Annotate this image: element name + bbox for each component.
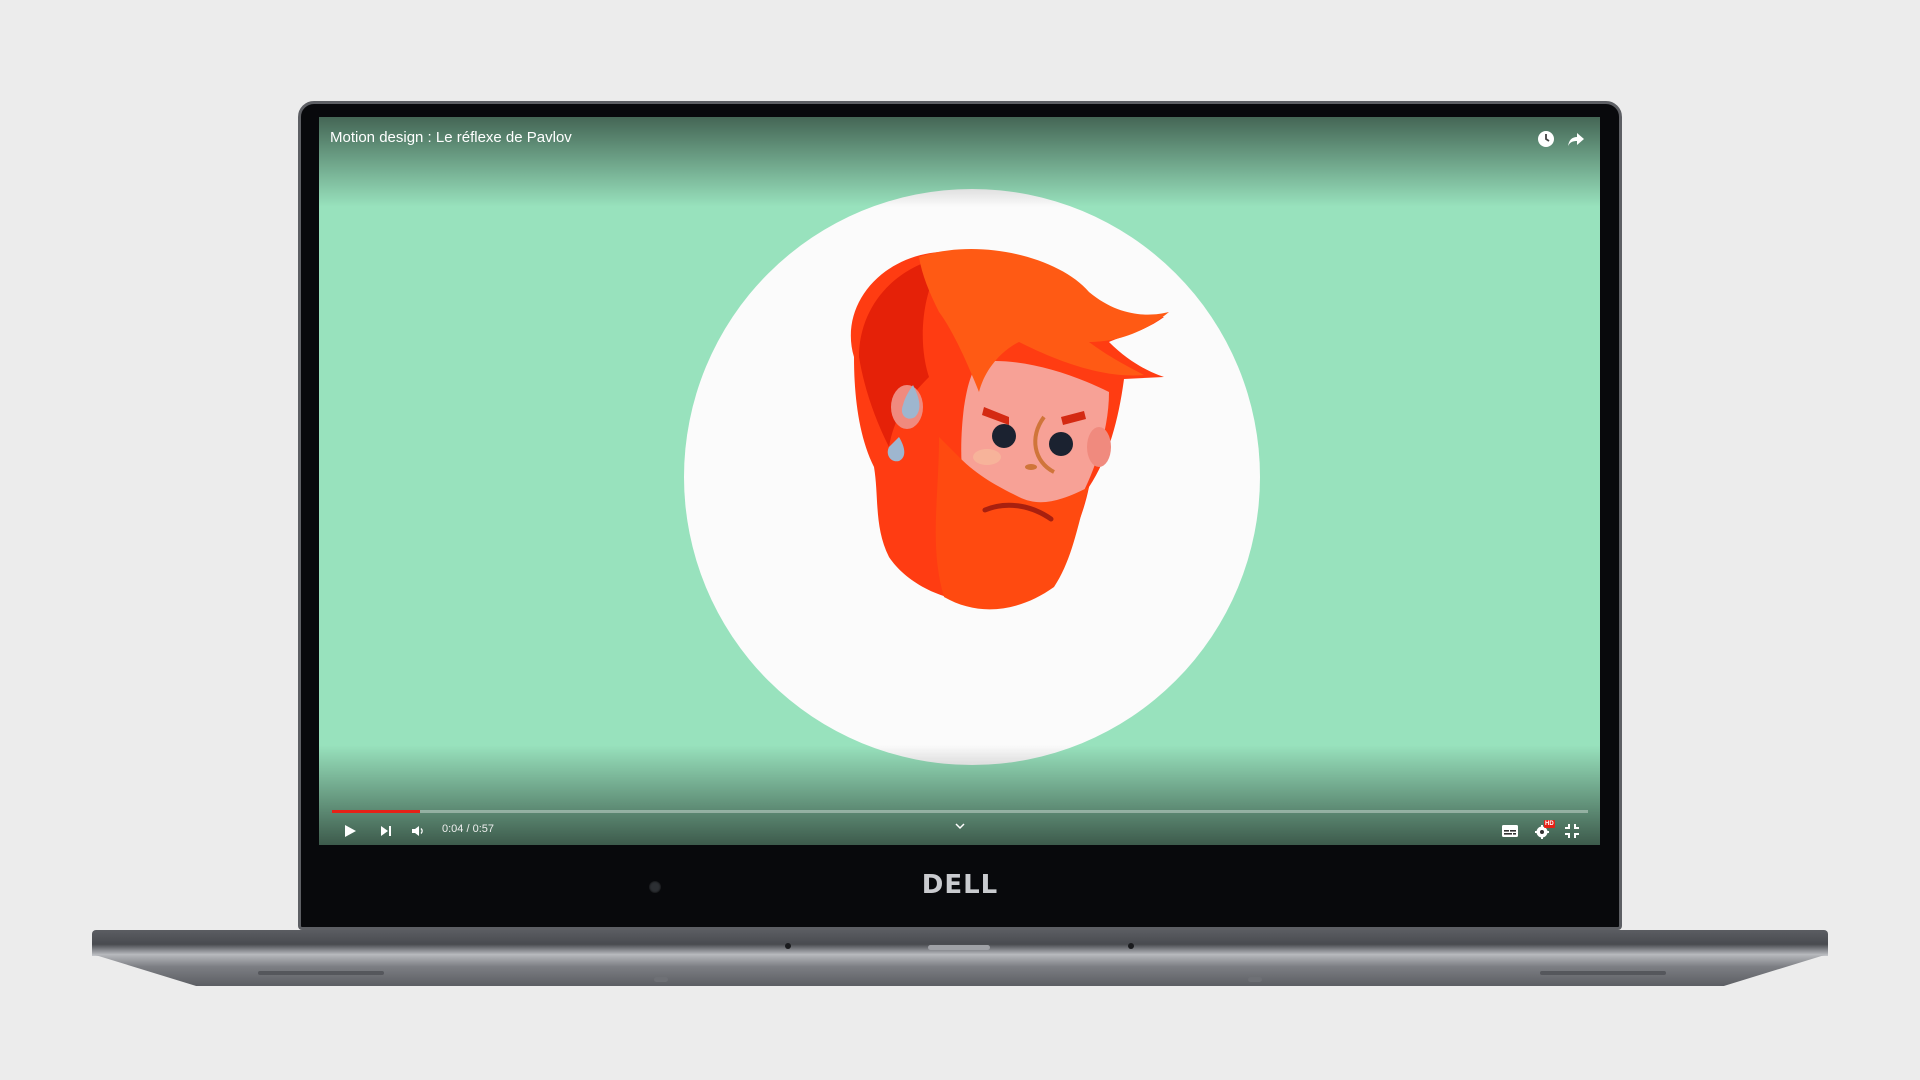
hd-badge: HD bbox=[1544, 820, 1555, 828]
lid-notch bbox=[928, 945, 990, 950]
video-frame-illustration bbox=[684, 189, 1260, 765]
settings-button[interactable]: HD bbox=[1531, 820, 1555, 842]
next-icon bbox=[381, 826, 391, 836]
speaker-grille-right bbox=[1540, 971, 1666, 975]
volume-icon bbox=[412, 826, 423, 836]
exit-fullscreen-button[interactable] bbox=[1561, 820, 1583, 842]
foot-left bbox=[654, 977, 668, 982]
brand-logo: DELL bbox=[921, 870, 999, 900]
hinge-left bbox=[785, 943, 791, 949]
video-player[interactable]: Motion design : Le réflexe de Pavlov 0:0… bbox=[319, 117, 1600, 845]
ear-right bbox=[1087, 427, 1111, 467]
duration: 0:57 bbox=[472, 823, 495, 835]
hinge-right bbox=[1128, 943, 1134, 949]
eye-left bbox=[992, 424, 1016, 448]
foot-right bbox=[1248, 977, 1262, 982]
page: DELL Motion design: Le réflexe de Pavlo… bbox=[0, 0, 1920, 1080]
volume-button[interactable] bbox=[407, 820, 429, 842]
share-icon[interactable] bbox=[1565, 128, 1587, 150]
laptop-base-bottom bbox=[92, 954, 1828, 986]
current-time: 0:04 bbox=[442, 823, 464, 835]
clock-icon[interactable] bbox=[1535, 128, 1557, 150]
webcam bbox=[649, 881, 661, 893]
nostril bbox=[1025, 464, 1037, 470]
subtitles-button[interactable] bbox=[1499, 820, 1521, 842]
time-display: 0:04 / 0:57 bbox=[442, 823, 494, 835]
eye-right bbox=[1049, 432, 1073, 456]
speaker-grille-left bbox=[258, 971, 384, 975]
expand-button[interactable] bbox=[950, 815, 970, 837]
play-icon bbox=[345, 825, 356, 837]
chevron-down-icon bbox=[955, 823, 965, 830]
progress-played bbox=[332, 810, 420, 813]
play-button[interactable] bbox=[339, 820, 361, 842]
subtitles-icon bbox=[1502, 825, 1518, 837]
video-title[interactable]: Motion design : Le réflexe de Pavlov bbox=[330, 129, 572, 146]
progress-bar[interactable] bbox=[332, 810, 1588, 813]
exit-fullscreen-icon bbox=[1565, 824, 1579, 838]
laptop-base bbox=[92, 930, 1828, 956]
cheek-blush bbox=[973, 449, 1001, 465]
next-button[interactable] bbox=[375, 820, 397, 842]
